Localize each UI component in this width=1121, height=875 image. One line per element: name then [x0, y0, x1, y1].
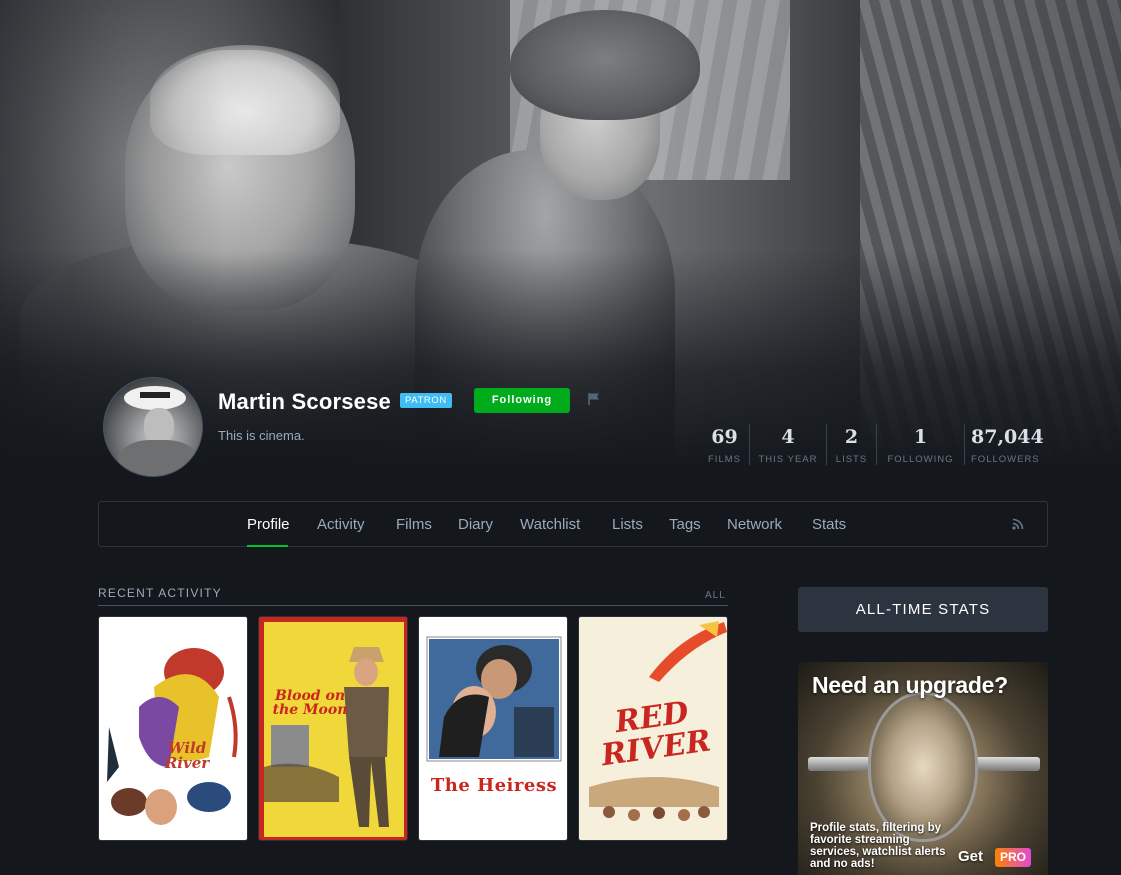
all-time-stats-button[interactable]: All-Time Stats — [798, 587, 1048, 632]
upgrade-ad[interactable]: Need an upgrade? Profile stats, filterin… — [798, 662, 1048, 875]
stat-films-label: Films — [708, 454, 741, 465]
ad-art-bar-right — [970, 757, 1040, 771]
poster-blood-on-the-moon[interactable]: Blood on the Moon — [258, 616, 408, 841]
active-tab-indicator — [247, 545, 288, 547]
stat-followers-label: Followers — [971, 454, 1040, 465]
tab-films[interactable]: Films — [396, 516, 432, 533]
poster-blood-on-the-moon-art — [264, 622, 404, 837]
stat-lists-value: 2 — [844, 426, 859, 448]
stat-lists[interactable]: 2 Lists — [827, 424, 877, 465]
stat-films-value: 69 — [711, 426, 738, 448]
profile-bio: This is cinema. — [218, 428, 305, 443]
ad-get-label: Get — [958, 848, 984, 865]
stat-films[interactable]: 69 Films — [700, 424, 750, 465]
poster-blood-on-the-moon-title: Blood on the Moon — [272, 688, 348, 718]
stat-following-label: Following — [887, 454, 954, 465]
tab-lists[interactable]: Lists — [612, 516, 643, 533]
poster-red-river[interactable]: Red River — [578, 616, 728, 841]
recent-activity-all-link[interactable]: All — [705, 590, 726, 601]
poster-the-heiress[interactable]: The Heiress — [418, 616, 568, 841]
poster-the-heiress-title: The Heiress — [430, 775, 558, 796]
tab-stats[interactable]: Stats — [812, 516, 846, 533]
rss-icon[interactable] — [1011, 517, 1025, 531]
recent-activity-heading: Recent Activity — [98, 586, 222, 600]
stat-lists-label: Lists — [835, 454, 868, 465]
profile-name: Martin Scorsese — [218, 389, 391, 414]
profile-nav: Profile Activity Films Diary Watchlist L… — [98, 501, 1048, 547]
poster-the-heiress-art — [426, 636, 562, 762]
patron-badge[interactable]: Patron — [400, 393, 452, 408]
ad-headline: Need an upgrade? — [812, 672, 1008, 698]
pro-badge: PRO — [995, 848, 1032, 867]
tab-network[interactable]: Network — [727, 516, 782, 533]
poster-wild-river-art — [107, 648, 238, 825]
tab-tags[interactable]: Tags — [669, 516, 701, 533]
flag-icon[interactable] — [587, 392, 601, 406]
stat-this-year-value: 4 — [781, 426, 795, 448]
section-divider — [98, 605, 728, 606]
stat-following-value: 1 — [913, 426, 928, 448]
stat-followers[interactable]: 87,044 Followers — [965, 424, 1045, 465]
tab-activity[interactable]: Activity — [317, 516, 365, 533]
ad-art-figure — [868, 692, 978, 842]
profile-stats: 69 Films 4 This year 2 Lists 1 Following… — [700, 424, 1045, 465]
stat-this-year[interactable]: 4 This year — [750, 424, 827, 465]
ad-copy: Profile stats, filtering by favorite str… — [810, 822, 946, 870]
poster-wild-river-title: Wild River — [164, 739, 210, 772]
poster-wild-river[interactable]: Wild River — [98, 616, 248, 841]
tab-watchlist[interactable]: Watchlist — [520, 516, 580, 533]
tab-diary[interactable]: Diary — [458, 516, 493, 533]
avatar[interactable] — [103, 377, 203, 477]
stat-followers-value: 87,044 — [971, 426, 1044, 448]
stat-this-year-label: This year — [758, 454, 818, 465]
stat-following[interactable]: 1 Following — [877, 424, 965, 465]
tab-profile[interactable]: Profile — [247, 516, 290, 533]
following-button[interactable]: Following — [474, 388, 570, 413]
